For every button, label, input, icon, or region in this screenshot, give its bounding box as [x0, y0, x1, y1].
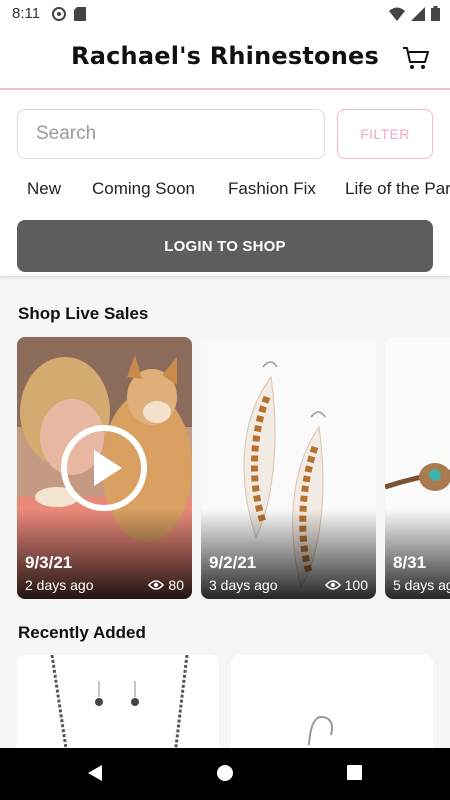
search-area: FILTER New Coming Soon Fashion Fix Life …: [0, 90, 450, 277]
card-ago: 2 days ago: [25, 577, 94, 593]
card-ago: 3 days ago: [209, 577, 278, 593]
search-input[interactable]: [17, 109, 325, 159]
section-title-recently-added: Recently Added: [18, 623, 146, 642]
card-views-count: 100: [344, 577, 368, 593]
back-icon[interactable]: [86, 764, 104, 782]
category-coming-soon[interactable]: Coming Soon: [92, 179, 195, 199]
card-views: 80: [148, 577, 184, 593]
live-sale-card[interactable]: 8/31 5 days ago: [385, 337, 450, 599]
section-title-live-sales: Shop Live Sales: [18, 304, 149, 323]
product-thumbnail: [50, 655, 189, 755]
recents-icon[interactable]: [346, 764, 363, 781]
wifi-icon: [389, 7, 405, 21]
store-title: Rachael's Rhinestones: [71, 42, 379, 70]
status-time: 8:11: [12, 5, 41, 22]
live-sale-card[interactable]: 9/2/21 3 days ago 100: [201, 337, 376, 599]
product-card[interactable]: [231, 655, 433, 755]
product-thumbnail: [308, 715, 333, 746]
signal-icon: [411, 6, 425, 21]
cart-icon[interactable]: [402, 44, 430, 72]
card-ago: 5 days ago: [393, 577, 450, 593]
status-notifications: [52, 7, 86, 21]
app-header: Rachael's Rhinestones: [0, 28, 450, 90]
category-new[interactable]: New: [27, 179, 61, 199]
card-date: 9/2/21: [209, 553, 257, 572]
card-date: 8/31: [393, 553, 427, 572]
category-tabs: New Coming Soon Fashion Fix Life of the …: [0, 176, 450, 204]
home-icon[interactable]: [216, 764, 234, 782]
card-date: 9/3/21: [25, 553, 73, 572]
login-to-shop-button[interactable]: LOGIN TO SHOP: [17, 220, 433, 272]
system-nav-bar: [0, 748, 450, 800]
status-bar: 8:11: [0, 0, 450, 28]
product-card[interactable]: [17, 655, 219, 755]
sync-icon: [52, 7, 66, 21]
card-views-count: 80: [168, 577, 184, 593]
status-system-icons: [389, 6, 440, 21]
sd-card-icon: [74, 7, 86, 21]
filter-button[interactable]: FILTER: [337, 109, 433, 159]
category-life-of-the-party[interactable]: Life of the Party: [345, 179, 450, 199]
play-icon[interactable]: [60, 424, 148, 512]
category-fashion-fix[interactable]: Fashion Fix: [228, 179, 316, 199]
live-sale-card[interactable]: 9/3/21 2 days ago 80: [17, 337, 192, 599]
eye-icon: [324, 580, 341, 590]
battery-icon: [431, 6, 440, 21]
card-views: 100: [324, 577, 368, 593]
eye-icon: [148, 580, 165, 590]
